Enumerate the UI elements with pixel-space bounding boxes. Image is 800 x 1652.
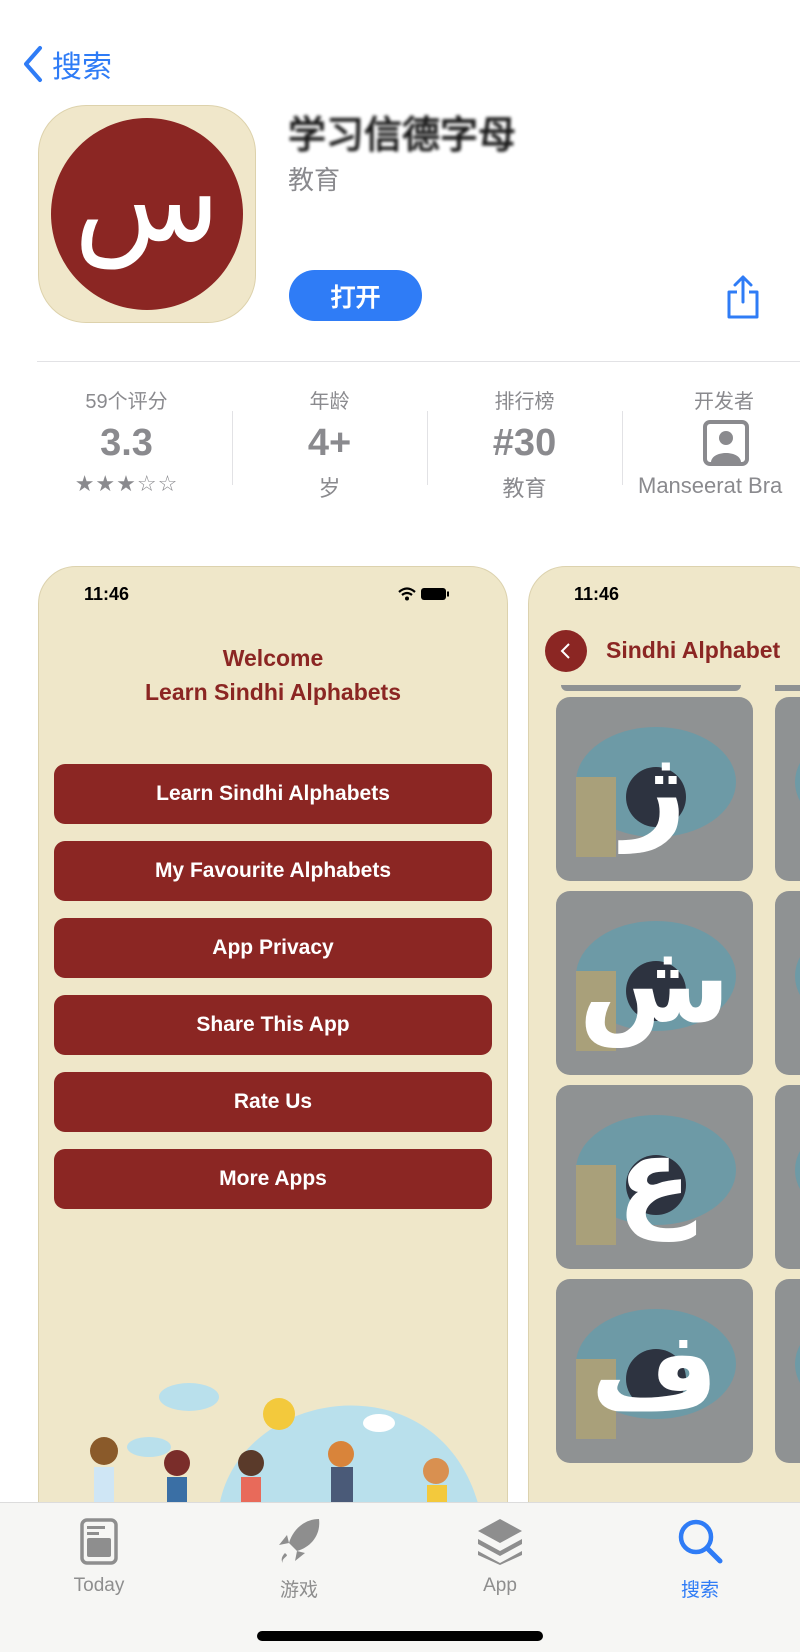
share-icon[interactable] xyxy=(724,274,762,320)
letter-tile xyxy=(775,1279,800,1463)
status-icons xyxy=(397,587,450,604)
tab-label: 游戏 xyxy=(279,1580,318,1601)
tab-apps[interactable]: App xyxy=(420,1517,580,1597)
letter-tile xyxy=(775,1085,800,1269)
app-icon: س xyxy=(38,105,256,323)
stat-age: 年龄 4+ 岁 xyxy=(232,385,427,503)
battery-icon xyxy=(421,588,450,600)
tab-bar: Today 游戏 App 搜索 xyxy=(0,1502,800,1652)
letter-tile: ژ xyxy=(556,697,753,881)
letter-tile xyxy=(775,697,800,881)
wifi-icon xyxy=(398,587,416,601)
menu-learn-button: Learn Sindhi Alphabets xyxy=(54,764,492,824)
rocket-icon xyxy=(279,1519,320,1563)
developer-name: Manseerat Bra xyxy=(638,473,783,498)
open-button[interactable]: 打开 xyxy=(289,270,422,321)
divider xyxy=(622,411,623,485)
stat-developer[interactable]: 开发者 Manseerat Bra xyxy=(626,385,800,499)
home-indicator[interactable] xyxy=(257,1631,543,1641)
layers-icon xyxy=(478,1519,522,1565)
tile-partial xyxy=(775,685,800,691)
screenshot-1[interactable]: 11:46 Welcome Learn Sindhi Alphabets Lea… xyxy=(38,566,508,1566)
welcome-subline: Learn Sindhi Alphabets xyxy=(144,679,401,705)
letter-tile: ف xyxy=(556,1279,753,1463)
stat-label: 59个评分 xyxy=(85,391,168,413)
menu-privacy-button: App Privacy xyxy=(54,918,492,978)
stat-label: 年龄 xyxy=(309,391,350,413)
stat-label: 开发者 xyxy=(694,391,754,413)
tab-games[interactable]: 游戏 xyxy=(219,1517,379,1602)
developer-avatar-icon xyxy=(703,420,749,466)
letter-glyph: ف xyxy=(590,1307,719,1435)
star-rating: ★★★☆☆ xyxy=(74,471,179,496)
tile-partial xyxy=(561,685,741,691)
welcome-line: Welcome xyxy=(222,645,324,671)
menu-rate-button: Rate Us xyxy=(54,1072,492,1132)
tab-label: 搜索 xyxy=(680,1580,719,1601)
tab-search[interactable]: 搜索 xyxy=(620,1517,780,1602)
menu-share-button: Share This App xyxy=(54,995,492,1055)
search-icon xyxy=(678,1519,723,1564)
letter-glyph: ع xyxy=(616,1113,693,1241)
letter-tile: ع xyxy=(556,1085,753,1269)
status-time: 11:46 xyxy=(84,584,130,604)
app-category: 教育 xyxy=(288,165,341,195)
age-unit: 岁 xyxy=(318,476,341,501)
back-button[interactable]: 搜索 xyxy=(22,42,112,86)
stat-ratings: 59个评分 3.3 ★★★☆☆ xyxy=(29,385,224,497)
screen-title: Sindhi Alphabet xyxy=(606,637,781,663)
chart-rank: #30 xyxy=(492,422,557,464)
menu-more-apps-button: More Apps xyxy=(54,1149,492,1209)
stat-chart: 排行榜 #30 教育 xyxy=(427,385,622,503)
rating-value: 3.3 xyxy=(100,422,153,464)
stat-label: 排行榜 xyxy=(494,391,555,413)
screenshot-2[interactable]: 11:46 Sindhi Alphabet ژ ش ع ف xyxy=(528,566,800,1566)
chart-category: 教育 xyxy=(502,476,547,501)
age-value: 4+ xyxy=(307,422,352,464)
menu-favourites-button: My Favourite Alphabets xyxy=(54,841,492,901)
status-time: 11:46 xyxy=(574,584,620,604)
kids-illustration xyxy=(90,1383,479,1507)
welcome-heading: Welcome Learn Sindhi Alphabets xyxy=(39,641,507,709)
divider xyxy=(37,361,800,362)
letter-glyph: ژ xyxy=(622,725,687,853)
tab-label: App xyxy=(483,1575,517,1596)
tab-label: Today xyxy=(73,1575,125,1596)
back-label: 搜索 xyxy=(52,51,112,84)
chevron-left-icon xyxy=(24,46,42,82)
letter-tile xyxy=(775,891,800,1075)
letter-tile: ش xyxy=(556,891,753,1075)
today-icon xyxy=(80,1518,118,1565)
tab-today[interactable]: Today xyxy=(19,1517,179,1597)
app-title: 学习信德字母 xyxy=(288,115,517,157)
back-circle-icon xyxy=(545,630,587,672)
letter-glyph: ش xyxy=(578,919,731,1047)
app-icon-letter: س xyxy=(51,118,243,310)
